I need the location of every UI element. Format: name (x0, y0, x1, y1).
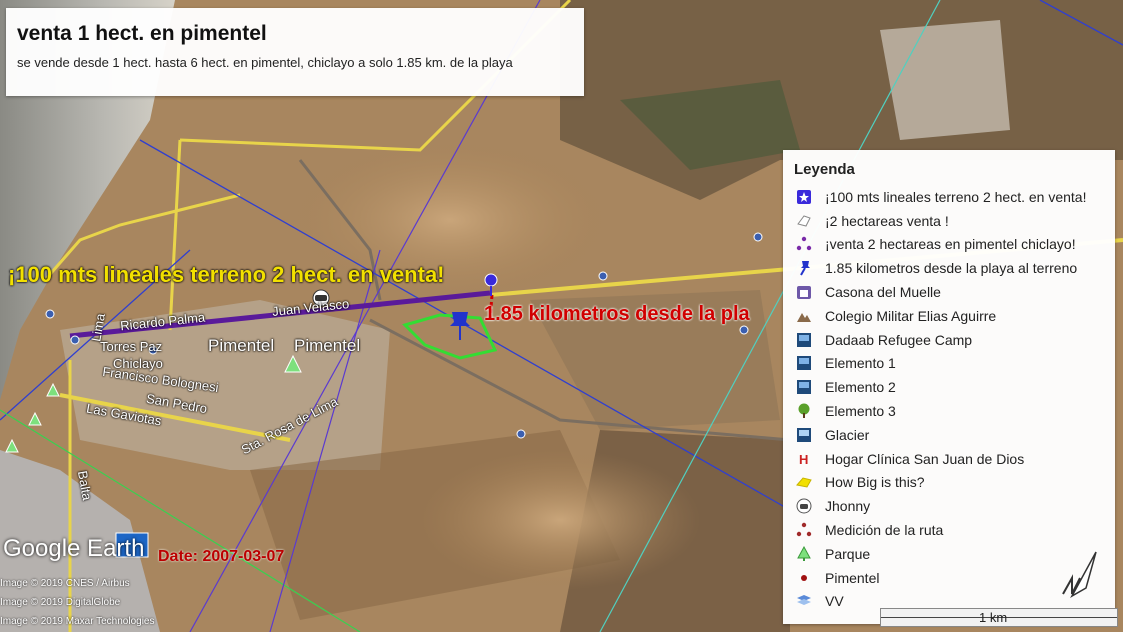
legend-item[interactable]: ¡venta 2 hectareas en pimentel chiclayo! (795, 233, 1113, 257)
legend-item[interactable]: Jhonny (795, 494, 1113, 518)
legend-item[interactable]: ¡100 mts lineales terreno 2 hect. en ven… (795, 185, 1113, 209)
legend-label: Jhonny (825, 498, 871, 515)
park-tree-icon (795, 545, 813, 563)
legend-item[interactable]: Dadaab Refugee Camp (795, 328, 1113, 352)
legend-item[interactable]: Elemento 2 (795, 375, 1113, 399)
placemark-title: venta 1 hect. en pimentel (17, 22, 267, 45)
hospital-icon: H (795, 450, 813, 468)
legend-label: ¡100 mts lineales terreno 2 hect. en ven… (825, 188, 1087, 205)
urban-area-ne (880, 20, 1010, 140)
legend-item[interactable]: Colegio Militar Elias Aguirre (795, 304, 1113, 328)
red-dot-icon (795, 569, 813, 587)
legend-label: ¡venta 2 hectareas en pimentel chiclayo! (825, 236, 1076, 253)
place-label-pimentel: Pimentel (294, 336, 361, 355)
legend-label: How Big is this? (825, 474, 925, 491)
town-pimentel (60, 300, 390, 470)
photo-icon (795, 378, 813, 396)
legend-label: Parque (825, 545, 871, 562)
legend-label: Pimentel (825, 569, 880, 586)
blue-pushpin-icon (795, 259, 813, 277)
legend-label: Colegio Militar Elias Aguirre (825, 307, 997, 324)
headline-label: ¡100 mts lineales terreno 2 hect. en ven… (8, 262, 445, 287)
legend-item[interactable]: 1.85 kilometros desde la playa al terren… (795, 256, 1113, 280)
legend-item[interactable]: Elemento 3 (795, 399, 1113, 423)
scale-label: 1 km (979, 610, 1008, 625)
legend-item[interactable]: Casona del Muelle (795, 280, 1113, 304)
map-icon (795, 592, 813, 610)
legend-item[interactable]: Glacier (795, 423, 1113, 447)
compass-north-arrow-icon[interactable] (1058, 548, 1102, 602)
tree-icon (795, 402, 813, 420)
image-credit: Image © 2019 CNES / Airbus (0, 578, 130, 589)
car-icon (795, 497, 813, 515)
street-label: Torres Paz (100, 339, 163, 354)
legend-label: Elemento 2 (825, 379, 896, 396)
star-marker-icon (795, 188, 813, 206)
photo-icon (795, 426, 813, 444)
legend-label: Glacier (825, 426, 870, 443)
route-nodes-icon (795, 521, 813, 539)
legend-item[interactable]: ¡2 hectareas venta ! (795, 209, 1113, 233)
place-marker[interactable] (739, 325, 749, 335)
place-label-pimentel: Pimentel (208, 336, 275, 355)
distance-label: 1.85 kilometros desde la pla (484, 303, 750, 325)
legend-label: VV (825, 593, 844, 610)
place-marker[interactable] (45, 309, 55, 319)
legend-item[interactable]: How Big is this? (795, 471, 1113, 495)
scale-bar: 1 km (880, 608, 1118, 627)
path-nodes-icon (795, 235, 813, 253)
image-credit: Image © 2019 Maxar Technologies (0, 616, 155, 627)
svg-text:H: H (799, 452, 808, 467)
legend-label: 1.85 kilometros desde la playa al terren… (825, 260, 1078, 277)
photo-icon (795, 331, 813, 349)
google-earth-logo: Google Earth (3, 535, 145, 562)
placemark-description: se vende desde 1 hect. hasta 6 hect. en … (17, 55, 513, 70)
legend-label: Dadaab Refugee Camp (825, 331, 973, 348)
polygon-icon (795, 212, 813, 230)
legend-label: Elemento 1 (825, 355, 896, 372)
image-credit: Image © 2019 DigitalGlobe (0, 597, 121, 608)
place-marker[interactable] (753, 232, 763, 242)
legend-item[interactable]: Elemento 1 (795, 352, 1113, 376)
terrain-icon (795, 307, 813, 325)
legend-label: Elemento 3 (825, 403, 896, 420)
legend-item[interactable]: H Hogar Clínica San Juan de Dios (795, 447, 1113, 471)
imagery-date: Date: 2007-03-07 (158, 548, 285, 565)
legend-label: Hogar Clínica San Juan de Dios (825, 450, 1025, 467)
placemark-info-box: venta 1 hect. en pimentel se vende desde… (6, 8, 584, 96)
legend-label: ¡2 hectareas venta ! (825, 212, 949, 229)
place-marker[interactable] (598, 271, 608, 281)
place-marker[interactable] (70, 335, 80, 345)
legend-item[interactable]: Medición de la ruta (795, 518, 1113, 542)
place-marker[interactable] (516, 429, 526, 439)
legend-title: Leyenda (794, 161, 855, 178)
museum-icon (795, 283, 813, 301)
yellow-shape-icon (795, 473, 813, 491)
legend-label: Medición de la ruta (825, 522, 944, 539)
photo-icon (795, 354, 813, 372)
legend-label: Casona del Muelle (825, 284, 941, 301)
